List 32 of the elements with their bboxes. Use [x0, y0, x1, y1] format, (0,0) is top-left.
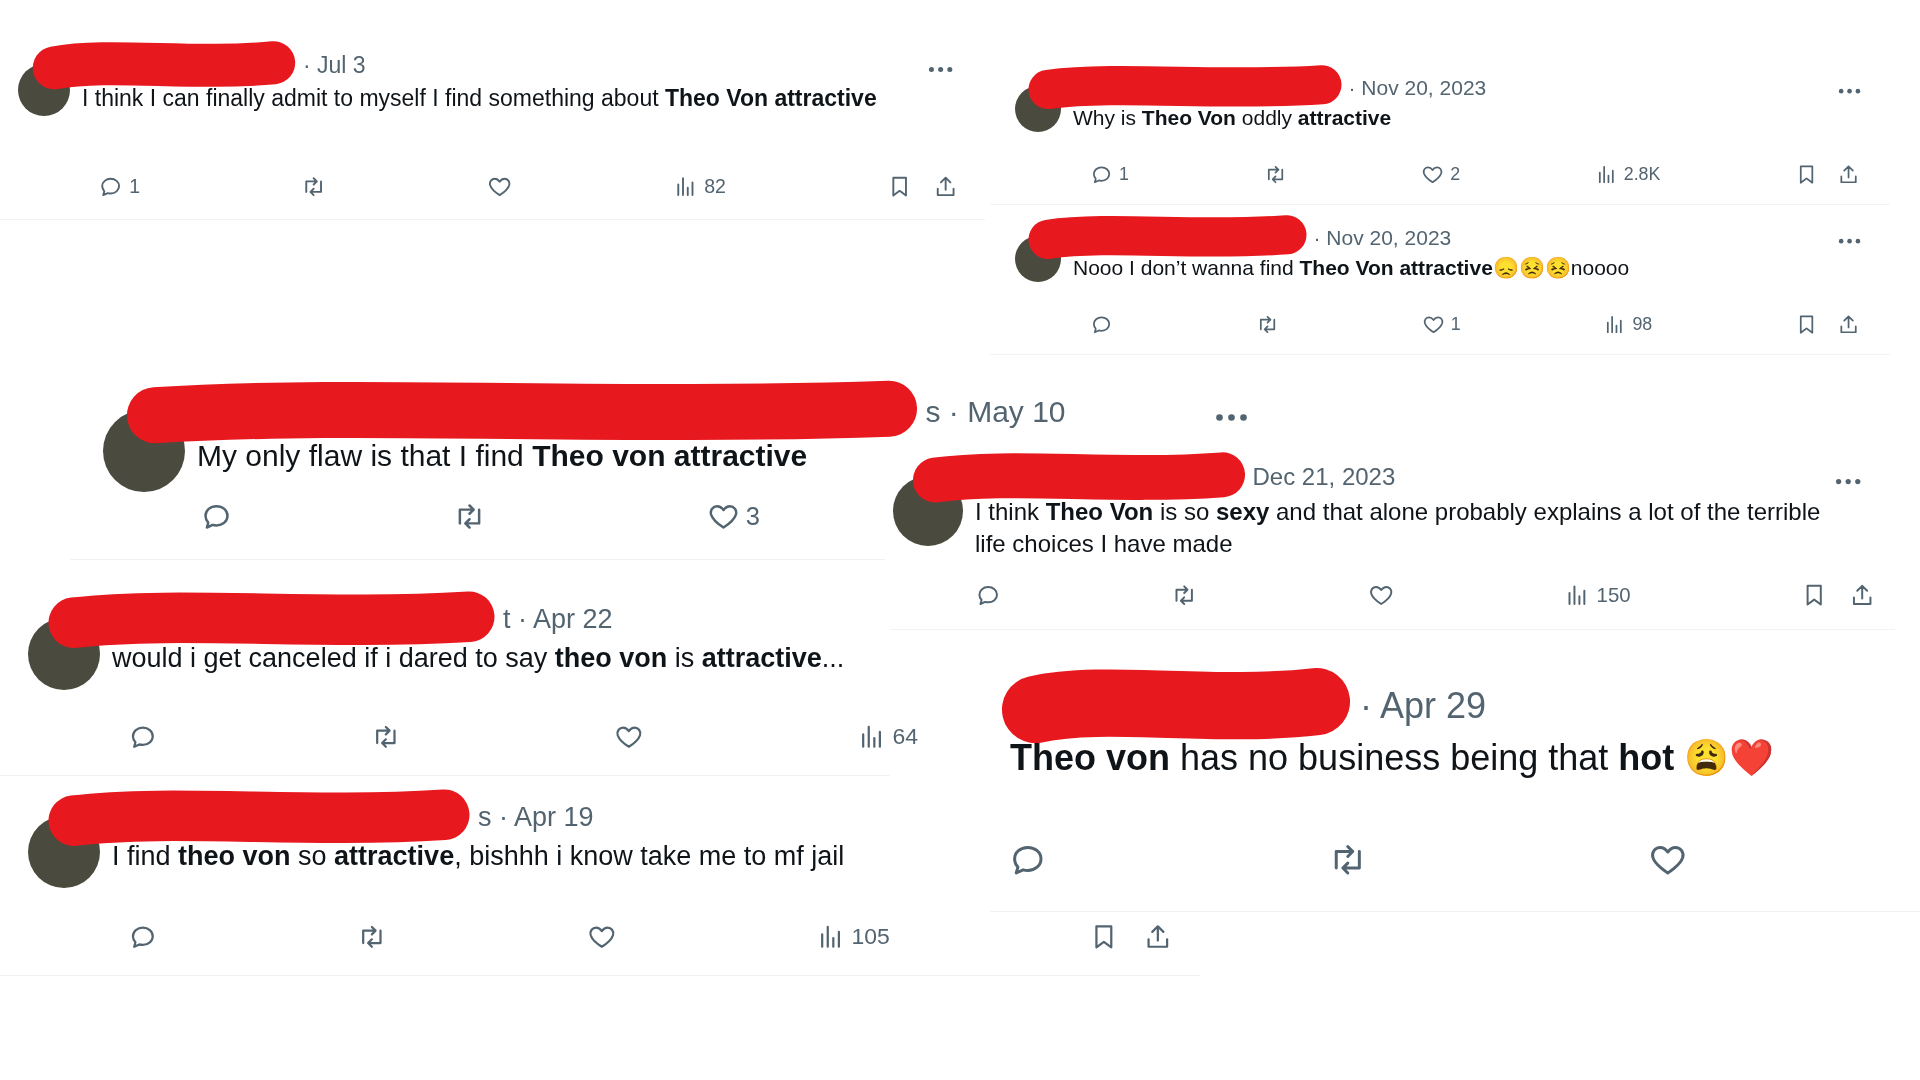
tweet-date: s · May 10 — [925, 394, 1066, 429]
tweet-text: I think Theo Von is so sexy and that alone probably explains a lot of the terrible life choices I have made — [975, 497, 1822, 559]
tweet-text: I find theo von so attractive, bishhh i know take me to mf jail — [112, 840, 845, 874]
reply-button[interactable]: 1 — [98, 174, 141, 200]
tweet-date: · Nov 20, 2023 — [1348, 75, 1487, 100]
more-icon[interactable] — [1837, 88, 1861, 95]
tweet-text: My only flaw is that I find Theo von attractive — [197, 437, 808, 474]
views-button[interactable]: 150 — [1564, 582, 1631, 609]
views-button[interactable]: 98 — [1603, 313, 1653, 337]
tweet-text: I think I can finally admit to myself I find something about Theo Von attractive — [82, 84, 877, 113]
reply-button[interactable]: 1 — [1090, 163, 1130, 187]
tweet-text: Theo von has no business being that hot 😩❤ — [1010, 735, 1775, 780]
tweet-date: · Jul 3 — [303, 52, 366, 80]
tweet-date: · Apr 29 — [1360, 684, 1487, 727]
tweet-text: Nooo I don’t wanna find Theo Von attractive😞😣😣noooo — [1073, 255, 1630, 282]
more-icon[interactable] — [1215, 412, 1248, 422]
tweet-date: s · Apr 19 — [478, 802, 594, 834]
tweet-date: t · Apr 22 — [503, 604, 613, 636]
more-icon[interactable] — [1837, 238, 1861, 245]
views-button[interactable]: 105 — [815, 922, 890, 952]
views-button[interactable]: 82 — [672, 174, 726, 200]
more-icon[interactable] — [927, 66, 953, 74]
tweet-date: · Nov 20, 2023 — [1313, 225, 1452, 250]
tweet-date: Dec 21, 2023 — [1252, 463, 1396, 492]
more-icon[interactable] — [1835, 478, 1862, 486]
tweet-text: would i get canceled if i dared to say theo von is attractive... — [112, 642, 845, 676]
views-button[interactable]: 64 — [856, 722, 918, 752]
tweet-text: Why is Theo Von oddly attractive — [1073, 105, 1392, 132]
views-button[interactable]: 2.8K — [1594, 163, 1661, 187]
like-button[interactable]: 2 — [1421, 163, 1461, 187]
like-button[interactable]: 3 — [706, 500, 760, 533]
like-button[interactable]: 1 — [1421, 313, 1461, 337]
